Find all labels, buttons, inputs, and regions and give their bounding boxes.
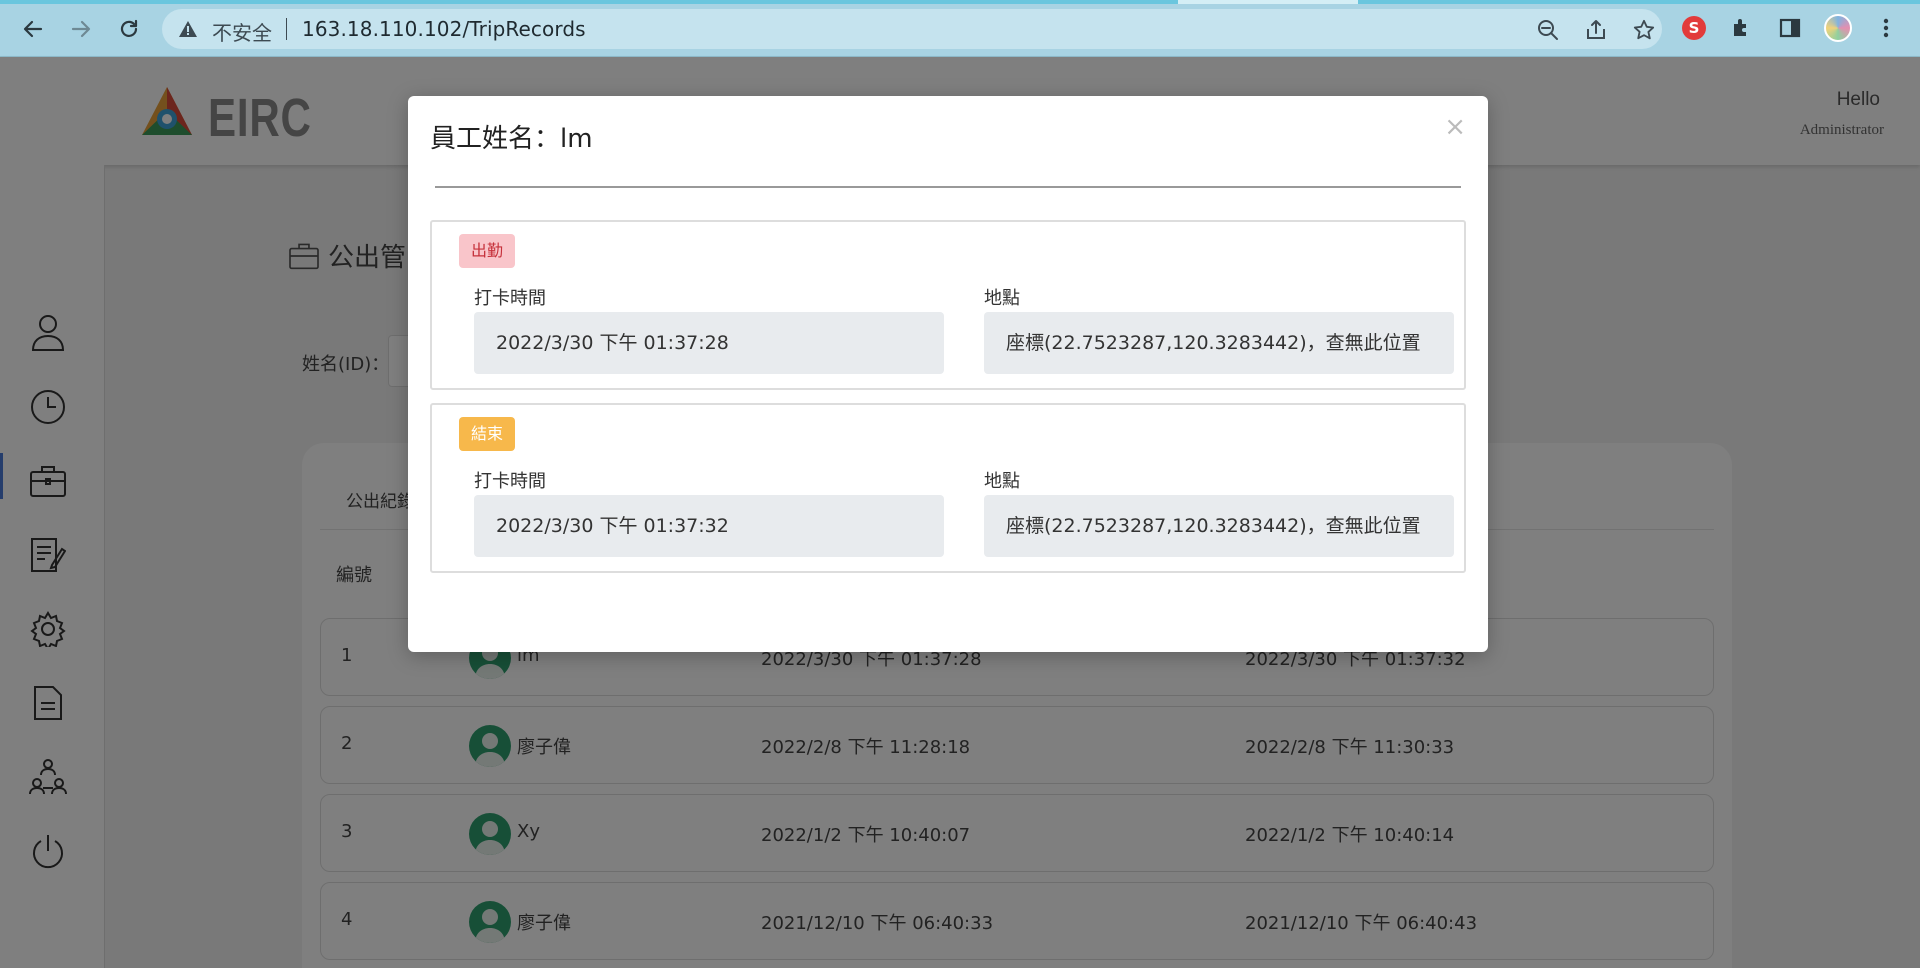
star-icon[interactable] xyxy=(1632,18,1656,42)
punch-time-field[interactable]: 2022/3/30 下午 01:37:28 xyxy=(474,312,944,374)
location-field[interactable]: 座標(22.7523287,120.3283442)，查無此位置 xyxy=(984,312,1454,374)
side-panel-button[interactable] xyxy=(1776,14,1804,42)
status-badge: 結束 xyxy=(459,417,516,451)
warning-icon[interactable] xyxy=(178,19,198,43)
status-badge: 出勤 xyxy=(459,234,516,268)
address-separator xyxy=(286,18,287,40)
kebab-menu-icon xyxy=(1883,18,1889,38)
modal-title: 員工姓名：lm xyxy=(430,124,593,154)
profile-avatar-icon xyxy=(1824,14,1852,42)
punch-time-field[interactable]: 2022/3/30 下午 01:37:32 xyxy=(474,495,944,557)
punch-time-label: 打卡時間 xyxy=(474,288,546,309)
extension-s-button[interactable]: S xyxy=(1680,14,1708,42)
url-text[interactable]: 163.18.110.102/TripRecords xyxy=(302,17,586,41)
check-in-section: 出勤 打卡時間 2022/3/30 下午 01:37:28 地點 座標(22.7… xyxy=(430,220,1466,390)
location-label: 地點 xyxy=(984,288,1020,309)
browser-menu-button[interactable] xyxy=(1872,14,1900,42)
insecure-label[interactable]: 不安全 xyxy=(212,17,272,46)
browser-toolbar: 不安全 163.18.110.102/TripRecords S xyxy=(0,0,1920,57)
location-label: 地點 xyxy=(984,471,1020,492)
punch-time-label: 打卡時間 xyxy=(474,471,546,492)
reload-icon xyxy=(120,19,138,37)
forward-button[interactable] xyxy=(62,10,100,48)
puzzle-icon xyxy=(1734,19,1746,36)
profile-button[interactable] xyxy=(1824,14,1852,42)
extensions-button[interactable] xyxy=(1728,14,1756,42)
check-out-section: 結束 打卡時間 2022/3/30 下午 01:37:32 地點 座標(22.7… xyxy=(430,403,1466,573)
page-load-progress xyxy=(0,0,1920,4)
reload-button[interactable] xyxy=(110,10,148,48)
extension-s-icon: S xyxy=(1682,16,1706,40)
trip-detail-modal: 員工姓名：lm × 出勤 打卡時間 2022/3/30 下午 01:37:28 … xyxy=(408,96,1488,652)
back-button[interactable] xyxy=(14,10,52,48)
modal-divider xyxy=(435,186,1461,188)
side-panel-icon xyxy=(1779,18,1801,38)
arrow-right-icon xyxy=(71,20,91,38)
address-bar[interactable]: 不安全 163.18.110.102/TripRecords xyxy=(162,9,1662,49)
share-icon[interactable] xyxy=(1584,18,1608,42)
close-icon[interactable]: × xyxy=(1444,112,1466,142)
arrow-left-icon xyxy=(23,20,43,38)
zoom-out-icon[interactable] xyxy=(1536,18,1560,42)
location-field[interactable]: 座標(22.7523287,120.3283442)，查無此位置 xyxy=(984,495,1454,557)
